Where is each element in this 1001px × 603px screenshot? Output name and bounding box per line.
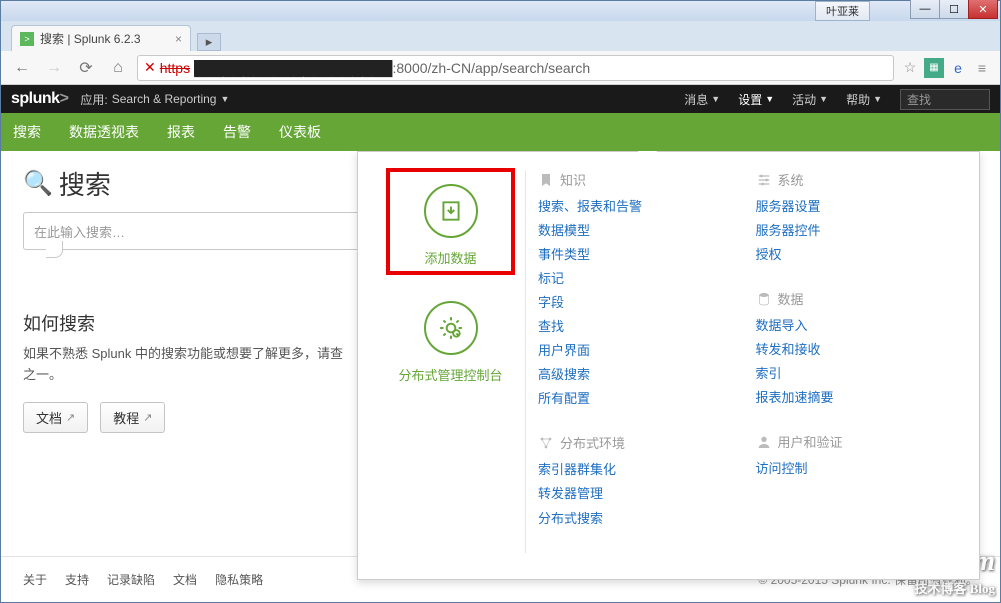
- activity-menu[interactable]: 活动▼: [792, 91, 828, 108]
- dd-link[interactable]: 数据模型: [538, 219, 732, 243]
- database-icon: [756, 291, 772, 307]
- nav-search[interactable]: 搜索: [13, 122, 41, 142]
- system-section: 系统 服务器设置 服务器控件 授权: [756, 170, 950, 267]
- browser-toolbar: ← → ⟳ ⌂ ✕ https ████████████████████ :80…: [1, 51, 1000, 85]
- forward-button[interactable]: →: [41, 55, 67, 81]
- lock-warning-icon: ✕: [144, 59, 156, 76]
- footer-docs[interactable]: 文档: [173, 571, 197, 588]
- browser-tab[interactable]: > 搜索 | Splunk 6.2.3 ×: [11, 25, 191, 51]
- add-data-icon: [424, 184, 478, 238]
- dd-link[interactable]: 索引器群集化: [538, 458, 732, 482]
- bookmark-icon: [538, 172, 554, 188]
- sliders-icon: [756, 172, 772, 188]
- bookmark-star-icon[interactable]: ☆: [900, 58, 920, 78]
- app-switcher[interactable]: 应用: Search & Reporting ▼: [80, 91, 229, 108]
- url-host: ████████████████████: [194, 60, 392, 76]
- tab-title: 搜索 | Splunk 6.2.3: [40, 30, 141, 47]
- back-button[interactable]: ←: [9, 55, 35, 81]
- menu-icon[interactable]: ≡: [972, 58, 992, 78]
- dd-link[interactable]: 数据导入: [756, 314, 950, 338]
- nav-alerts[interactable]: 告警: [223, 122, 251, 142]
- dd-link[interactable]: 字段: [538, 291, 732, 315]
- splunk-favicon-icon: >: [20, 32, 34, 46]
- dd-link[interactable]: 事件类型: [538, 243, 732, 267]
- footer-privacy[interactable]: 隐私策略: [215, 571, 263, 588]
- url-path: :8000/zh-CN/app/search/search: [392, 60, 590, 76]
- nav-pivot[interactable]: 数据透视表: [69, 122, 139, 142]
- app-nav: 搜索 数据透视表 报表 告警 仪表板: [1, 113, 1000, 151]
- splunk-top-bar: splunk> 应用: Search & Reporting ▼ 消息▼ 设置▼…: [1, 85, 1000, 113]
- settings-dropdown: 添加数据 分布式管理控制台 知识 搜索、报表和告警 数据模型 事件类型 标记 字…: [357, 151, 980, 580]
- distributed-section: 分布式环境 索引器群集化 转发器管理 分布式搜索: [538, 433, 732, 530]
- help-menu[interactable]: 帮助▼: [846, 91, 882, 108]
- add-data-label: 添加数据: [390, 248, 511, 267]
- window-close-button[interactable]: ✕: [968, 0, 998, 19]
- external-link-icon: ↗: [66, 411, 75, 424]
- ie-tab-icon[interactable]: e: [948, 58, 968, 78]
- user-icon: [756, 434, 772, 450]
- footer-bug[interactable]: 记录缺陷: [107, 571, 155, 588]
- nav-reports[interactable]: 报表: [167, 122, 195, 142]
- app-prefix: 应用:: [80, 91, 107, 108]
- dd-link[interactable]: 查找: [538, 315, 732, 339]
- knowledge-section: 知识 搜索、报表和告警 数据模型 事件类型 标记 字段 查找 用户界面 高级搜索…: [538, 170, 732, 411]
- page-body: 🔍 搜索 在此输入搜索… 如何搜索 如果不熟悉 Splunk 中的搜索功能或想要…: [1, 151, 1000, 602]
- url-scheme: https: [160, 60, 190, 76]
- dd-link[interactable]: 转发器管理: [538, 482, 732, 506]
- find-input[interactable]: 查找: [900, 89, 990, 110]
- address-bar[interactable]: ✕ https ████████████████████ :8000/zh-CN…: [137, 55, 894, 81]
- network-icon: [538, 435, 554, 451]
- footer-support[interactable]: 支持: [65, 571, 89, 588]
- extension-icon[interactable]: ▦: [924, 58, 944, 78]
- search-title-icon: 🔍: [23, 169, 53, 198]
- tab-close-icon[interactable]: ×: [175, 32, 182, 46]
- window-titlebar: 叶亚莱 — ☐ ✕: [1, 1, 1000, 21]
- dd-link[interactable]: 用户界面: [538, 339, 732, 363]
- dd-link[interactable]: 高级搜索: [538, 363, 732, 387]
- dd-link[interactable]: 报表加速摘要: [756, 386, 950, 410]
- dd-link[interactable]: 服务器设置: [756, 195, 950, 219]
- dmc-icon: [424, 301, 478, 355]
- splunk-logo[interactable]: splunk>: [11, 90, 68, 108]
- app-name: Search & Reporting: [112, 92, 217, 106]
- dd-link[interactable]: 索引: [756, 362, 950, 386]
- window-user-badge: 叶亚莱: [815, 1, 870, 21]
- messages-menu[interactable]: 消息▼: [684, 91, 720, 108]
- dd-link[interactable]: 所有配置: [538, 387, 732, 411]
- tutorial-button[interactable]: 教程↗: [100, 402, 165, 433]
- dd-link[interactable]: 授权: [756, 243, 950, 267]
- docs-button[interactable]: 文档↗: [23, 402, 88, 433]
- window-minimize-button[interactable]: —: [910, 0, 940, 19]
- caret-down-icon: ▼: [220, 94, 229, 104]
- footer-about[interactable]: 关于: [23, 571, 47, 588]
- search-placeholder: 在此输入搜索…: [34, 222, 125, 241]
- new-tab-button[interactable]: ▸: [197, 33, 221, 51]
- settings-menu[interactable]: 设置▼: [738, 91, 774, 108]
- reload-button[interactable]: ⟳: [73, 55, 99, 81]
- dd-link[interactable]: 转发和接收: [756, 338, 950, 362]
- dd-link[interactable]: 分布式搜索: [538, 507, 732, 531]
- dmc-label: 分布式管理控制台: [388, 365, 513, 384]
- add-data-tile[interactable]: 添加数据: [388, 170, 513, 273]
- dd-link[interactable]: 标记: [538, 267, 732, 291]
- browser-tabstrip: > 搜索 | Splunk 6.2.3 × ▸: [1, 21, 1000, 51]
- external-link-icon: ↗: [143, 411, 152, 424]
- users-section: 用户和验证 访问控制: [756, 432, 950, 481]
- nav-dashboards[interactable]: 仪表板: [279, 122, 321, 142]
- dd-link[interactable]: 搜索、报表和告警: [538, 195, 732, 219]
- dd-link[interactable]: 服务器控件: [756, 219, 950, 243]
- data-section: 数据 数据导入 转发和接收 索引 报表加速摘要: [756, 289, 950, 410]
- dd-link[interactable]: 访问控制: [756, 457, 950, 481]
- dmc-tile[interactable]: 分布式管理控制台: [388, 301, 513, 384]
- home-button[interactable]: ⌂: [105, 55, 131, 81]
- window-maximize-button[interactable]: ☐: [939, 0, 969, 19]
